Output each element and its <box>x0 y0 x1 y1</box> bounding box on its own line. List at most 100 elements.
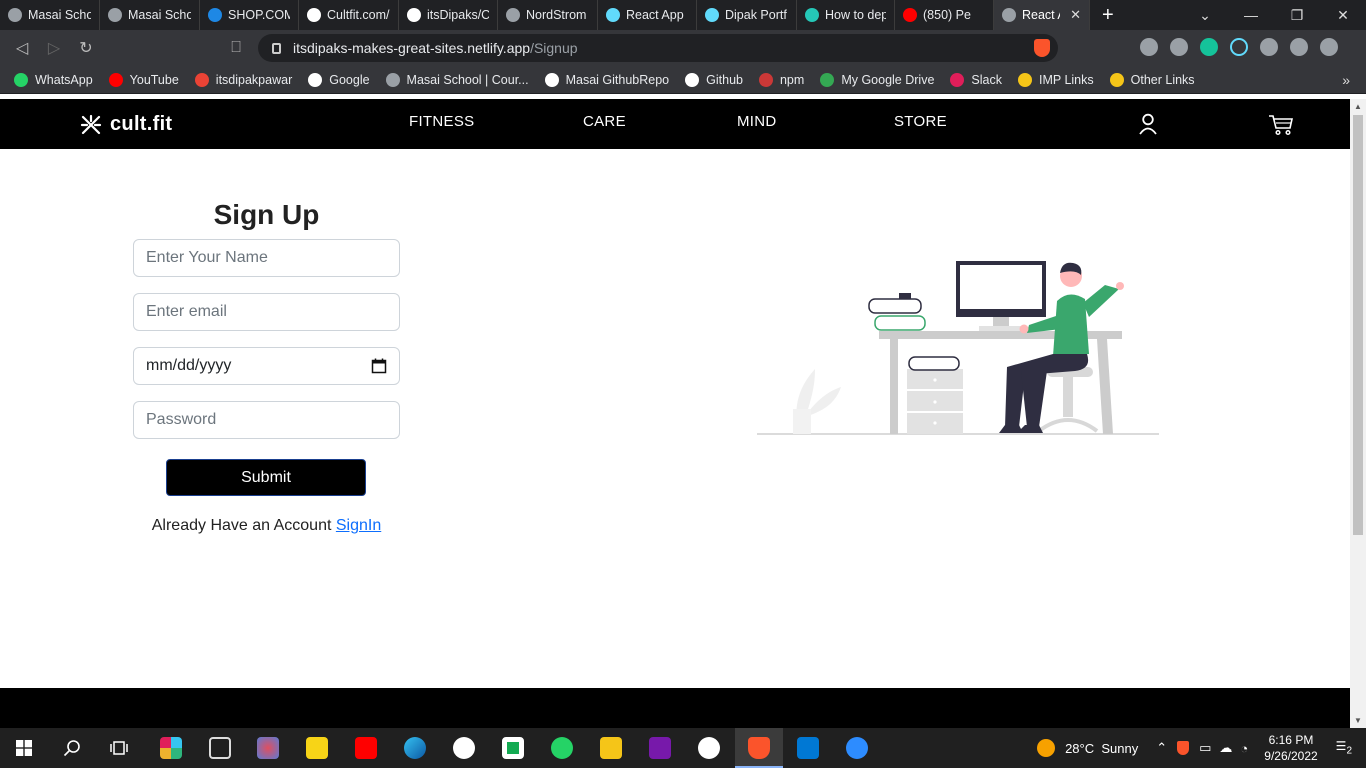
file-explorer-taskbar-icon[interactable] <box>600 737 622 759</box>
new-tab-button[interactable]: + <box>1102 4 1114 27</box>
react-devtools-icon[interactable] <box>1230 38 1248 56</box>
clock-date: 9/26/2022 <box>1264 749 1318 763</box>
email-input[interactable] <box>133 293 400 331</box>
windows-start-icon[interactable] <box>16 740 32 756</box>
account-text: Already Have an Account <box>151 517 332 534</box>
bookmark-icon <box>685 72 700 87</box>
netlify-icon <box>805 8 819 22</box>
scroll-up-icon[interactable]: ▲ <box>1354 102 1362 111</box>
name-input[interactable] <box>133 239 400 277</box>
browser-tab[interactable]: React A ✕ <box>994 0 1090 30</box>
bookmark-item[interactable]: My Google Drive <box>820 72 935 87</box>
bookmark-item[interactable]: npm <box>758 72 804 87</box>
onedrive-icon[interactable]: ☁ <box>1219 740 1232 756</box>
sticky-notes-taskbar-icon[interactable] <box>306 737 328 759</box>
close-window-button[interactable]: ✕ <box>1320 7 1366 24</box>
browser-tab[interactable]: Masai Scho <box>100 0 200 30</box>
task-view-icon[interactable] <box>110 739 128 757</box>
taskbar-clock[interactable]: 6:16 PM 9/26/2022 <box>1264 732 1317 764</box>
bookmark-item[interactable]: YouTube <box>108 72 179 87</box>
tab-search-icon[interactable]: ⌄ <box>1182 7 1228 24</box>
bookmark-item[interactable]: Github <box>685 72 743 87</box>
notification-icon[interactable]: ☰2 <box>1336 739 1352 756</box>
more-bookmarks-icon[interactable]: » <box>1342 72 1350 88</box>
bookmark-item[interactable]: IMP Links <box>1017 72 1094 87</box>
bookmark-item[interactable]: Masai School | Cour... <box>385 72 529 87</box>
vscode-taskbar-icon[interactable] <box>797 737 819 759</box>
playlist-icon[interactable] <box>1290 38 1308 56</box>
battery-icon[interactable]: ▭ <box>1199 740 1211 756</box>
nav-fitness[interactable]: FITNESS <box>409 113 474 130</box>
browser-tab[interactable]: Dipak Portf <box>697 0 797 30</box>
minimize-button[interactable]: — <box>1228 7 1274 23</box>
bookmark-item[interactable]: Slack <box>950 72 1002 87</box>
edge-taskbar-icon[interactable] <box>404 737 426 759</box>
bookmark-label: YouTube <box>129 72 179 87</box>
brave-taskbar-icon[interactable] <box>748 737 770 759</box>
weather-text[interactable]: 28°C Sunny <box>1065 741 1138 756</box>
signin-link[interactable]: SignIn <box>336 517 381 534</box>
youtube-taskbar-icon[interactable] <box>355 737 377 759</box>
github-taskbar-icon[interactable] <box>453 737 475 759</box>
nav-store[interactable]: STORE <box>894 113 947 130</box>
brave-shield-icon[interactable] <box>1034 39 1050 57</box>
cart-icon[interactable] <box>1268 114 1294 141</box>
github-icon <box>407 8 421 22</box>
browser-tab[interactable]: Masai Scho <box>0 0 100 30</box>
whatsapp-taskbar-icon[interactable] <box>551 737 573 759</box>
browser-tab[interactable]: itsDipaks/C <box>399 0 498 30</box>
nav-mind[interactable]: MIND <box>737 113 777 130</box>
url-field[interactable]: itsdipaks-makes-great-sites.netlify.app /… <box>258 34 1058 62</box>
onenote-taskbar-icon[interactable] <box>649 737 671 759</box>
forward-button[interactable]: ▷ <box>38 38 70 58</box>
record-icon[interactable] <box>1170 38 1188 56</box>
bookmark-item[interactable]: Masai GithubRepo <box>544 72 669 87</box>
nav-care[interactable]: CARE <box>583 113 626 130</box>
url-path: /Signup <box>530 40 578 56</box>
globe-icon <box>506 8 520 22</box>
calendar-icon[interactable] <box>371 358 387 374</box>
browser-tab[interactable]: How to dep <box>797 0 895 30</box>
user-icon[interactable] <box>1138 113 1158 140</box>
grammarly-icon[interactable] <box>1200 38 1218 56</box>
tab-title: Masai Scho <box>128 8 191 22</box>
brave-tray-icon[interactable] <box>1177 741 1190 755</box>
scrollbar-thumb[interactable] <box>1353 115 1363 535</box>
bookmark-icon <box>820 72 835 87</box>
scroll-down-icon[interactable]: ▼ <box>1354 716 1362 725</box>
bookmark-item[interactable]: Other Links <box>1109 72 1195 87</box>
cultfit-logo[interactable]: cult.fit <box>80 113 172 136</box>
bookmark-item[interactable]: WhatsApp <box>14 72 93 87</box>
mongodb-taskbar-icon[interactable] <box>502 737 524 759</box>
browser-tab[interactable]: React App <box>598 0 697 30</box>
maximize-button[interactable]: ❐ <box>1274 7 1320 24</box>
submit-button[interactable]: Submit <box>166 459 366 496</box>
bookmark-item[interactable]: Google <box>308 72 370 87</box>
extension-icon[interactable] <box>1140 38 1158 56</box>
password-input[interactable] <box>133 401 400 439</box>
puzzle-icon[interactable] <box>1260 38 1278 56</box>
wifi-icon[interactable]: ◔ <box>1240 741 1248 756</box>
date-input[interactable]: mm/dd/yyyy <box>133 347 400 385</box>
paint-taskbar-icon[interactable] <box>257 737 279 759</box>
browser-tab[interactable]: Cultfit.com/ <box>299 0 399 30</box>
package-taskbar-icon[interactable] <box>209 737 231 759</box>
mongodb-compass-taskbar-icon[interactable] <box>698 737 720 759</box>
search-icon[interactable] <box>63 739 81 757</box>
page-viewport: cult.fit FITNESS CARE MIND STORE Sign Up… <box>0 99 1350 728</box>
tray-expand-icon[interactable]: ⌃ <box>1156 740 1167 756</box>
page-scrollbar[interactable]: ▲ ▼ <box>1350 99 1366 728</box>
reload-button[interactable]: ↻ <box>70 38 102 58</box>
browser-tab[interactable]: SHOP.COM <box>200 0 299 30</box>
bookmark-label: My Google Drive <box>841 72 935 87</box>
zoom-taskbar-icon[interactable] <box>846 737 868 759</box>
browser-tab[interactable]: (850) Pe <box>895 0 994 30</box>
menu-icon[interactable] <box>1320 38 1338 56</box>
close-tab-icon[interactable]: ✕ <box>1070 7 1081 23</box>
browser-tab[interactable]: NordStrom <box>498 0 598 30</box>
workspace-illustration <box>757 261 1159 435</box>
back-button[interactable]: ◁ <box>6 38 38 58</box>
slack-taskbar-icon[interactable] <box>160 737 182 759</box>
bookmark-icon[interactable]: ⎕ <box>220 39 252 57</box>
bookmark-item[interactable]: itsdipakpawar <box>194 72 292 87</box>
